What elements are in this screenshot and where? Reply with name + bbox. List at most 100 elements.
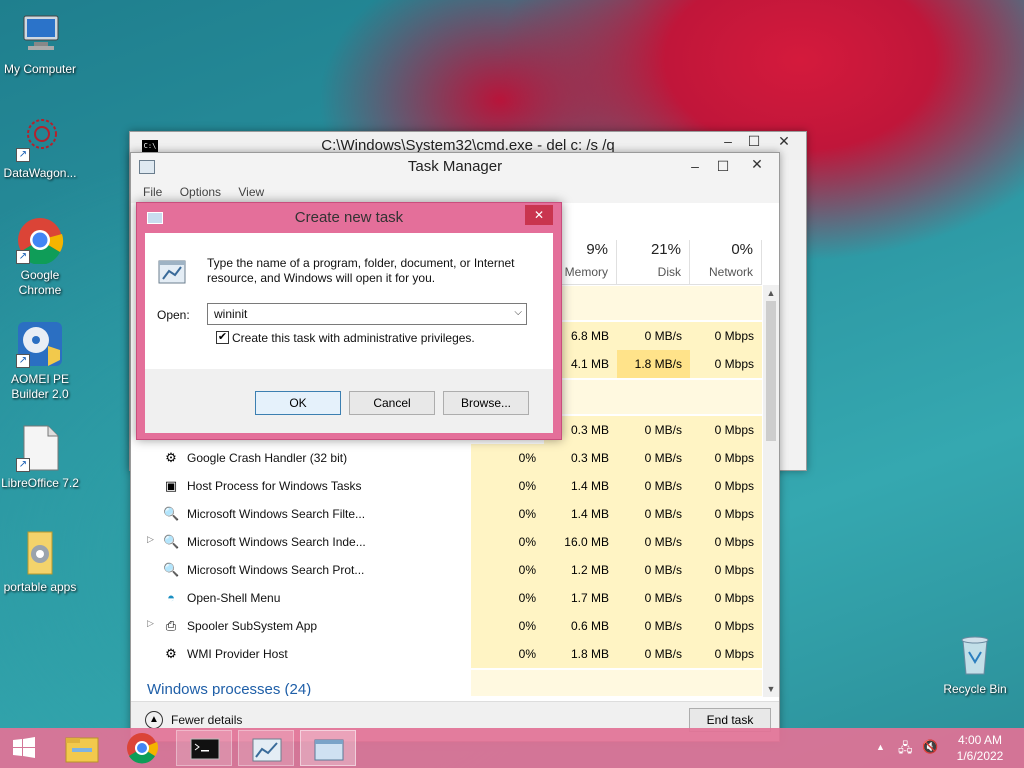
expand-chevron-icon[interactable]: ▷ xyxy=(147,618,154,629)
cancel-button[interactable]: Cancel xyxy=(349,391,435,415)
desktop-icon-label: Google Chrome xyxy=(18,268,62,297)
desktop-icon-label: My Computer xyxy=(3,62,77,76)
taskbar-task-manager[interactable] xyxy=(238,730,294,766)
menu-view[interactable]: View xyxy=(238,185,264,199)
run-program-icon xyxy=(157,257,189,292)
table-row[interactable]: ◓ Open-Shell Menu 0% 1.7 MB 0 MB/s 0 Mbp… xyxy=(137,584,762,612)
shortcut-arrow-icon: ↗ xyxy=(16,354,30,368)
admin-checkbox-label[interactable]: Create this task with administrative pri… xyxy=(232,331,475,345)
clock-time: 4:00 AM xyxy=(957,733,1003,747)
open-label: Open: xyxy=(157,308,190,322)
printer-icon: ⎙ xyxy=(165,618,177,633)
datawagon-icon: ↗ xyxy=(16,114,64,162)
expand-chevron-icon[interactable]: ▷ xyxy=(147,534,154,545)
table-row[interactable]: ▷ 🔍 Microsoft Windows Search Inde... 0% … xyxy=(137,528,762,556)
wmi-icon: ⚙ xyxy=(165,646,177,661)
tm-minimize-button[interactable]: – xyxy=(681,157,709,177)
table-group-header xyxy=(544,380,762,414)
tm-close-button[interactable]: ✕ xyxy=(739,155,775,175)
crash-handler-icon: ⚙ xyxy=(165,450,177,465)
menu-options[interactable]: Options xyxy=(180,185,221,199)
table-row[interactable]: 🔍 Microsoft Windows Search Filte... 0% 1… xyxy=(137,500,762,528)
file-explorer-icon xyxy=(65,737,99,763)
search-indexer-icon: 🔍 xyxy=(163,534,180,549)
task-manager-icon xyxy=(252,738,282,762)
network-icon[interactable]: 🖧 xyxy=(898,739,913,761)
desktop-icon-chrome[interactable]: ↗ Google Chrome xyxy=(0,216,80,298)
tm-scrollbar[interactable]: ▲ ▼ xyxy=(763,285,779,697)
dialog-title-bar[interactable]: Create new task ✕ xyxy=(137,203,561,233)
section-header[interactable]: Windows processes (24) xyxy=(137,670,762,696)
shortcut-arrow-icon: ↗ xyxy=(16,458,30,472)
section-label: Windows processes (24) xyxy=(147,681,312,696)
desktop-icon-label: LibreOffice 7.2 xyxy=(1,476,79,490)
shortcut-arrow-icon: ↗ xyxy=(16,148,30,162)
open-combobox[interactable]: wininit ⌵ xyxy=(207,303,527,325)
column-network[interactable]: 0% Network xyxy=(690,240,762,284)
search-filter-icon: 🔍 xyxy=(163,506,180,521)
search-protocol-icon: 🔍 xyxy=(163,562,180,577)
table-row[interactable]: 🔍 Microsoft Windows Search Prot... 0% 1.… xyxy=(137,556,762,584)
taskbar-cmd[interactable] xyxy=(176,730,232,766)
taskbar: ▲ 🖧 🔇 4:00 AM 1/6/2022 xyxy=(0,728,1024,768)
tm-maximize-button[interactable]: ☐ xyxy=(709,157,737,177)
tm-title-bar[interactable]: Task Manager – ☐ ✕ xyxy=(131,153,779,181)
table-group-header xyxy=(544,286,762,320)
fewer-details-link[interactable]: Fewer details xyxy=(171,713,242,727)
dialog-description: Type the name of a program, folder, docu… xyxy=(207,256,515,285)
desktop-icon-label: AOMEI PE Builder 2.0 xyxy=(10,372,69,401)
computer-icon xyxy=(16,10,64,58)
taskbar-run-dialog[interactable] xyxy=(300,730,356,766)
desktop-icon-label: portable apps xyxy=(3,580,77,594)
run-dialog-icon xyxy=(314,739,344,761)
ok-button[interactable]: OK xyxy=(255,391,341,415)
desktop-icon-libreoffice[interactable]: ↗ LibreOffice 7.2 xyxy=(0,424,80,491)
table-row[interactable]: ⚙ WMI Provider Host 0% 1.8 MB 0 MB/s 0 M… xyxy=(137,640,762,668)
scroll-thumb[interactable] xyxy=(766,301,776,441)
menu-file[interactable]: File xyxy=(143,185,162,199)
dialog-body: Type the name of a program, folder, docu… xyxy=(145,233,553,433)
clock-date: 1/6/2022 xyxy=(956,749,1004,763)
browse-button[interactable]: Browse... xyxy=(443,391,529,415)
recycle-bin-icon xyxy=(951,630,999,678)
column-disk[interactable]: 21% Disk xyxy=(617,240,690,284)
scroll-down-arrow[interactable]: ▼ xyxy=(763,681,779,697)
taskbar-chrome[interactable] xyxy=(114,730,170,766)
dialog-footer: OK Cancel Browse... xyxy=(145,369,553,433)
tm-menubar: File Options View xyxy=(131,181,779,203)
fewer-details-icon[interactable]: ▲ xyxy=(145,711,163,729)
taskbar-file-explorer[interactable] xyxy=(54,730,110,766)
chrome-icon xyxy=(127,733,158,764)
desktop-icon-label: DataWagon... xyxy=(3,166,77,180)
desktop-icon-portable-apps[interactable]: portable apps xyxy=(0,528,80,595)
table-row[interactable]: ▷ ⎙ Spooler SubSystem App 0% 0.6 MB 0 MB… xyxy=(137,612,762,640)
show-hidden-icons-chevron-icon[interactable]: ▲ xyxy=(876,742,885,752)
desktop-icon-datawagon[interactable]: ↗ DataWagon... xyxy=(0,114,80,181)
cmd-minimize-button[interactable]: – xyxy=(714,132,742,152)
table-row[interactable]: ▣ Host Process for Windows Tasks 0% 1.4 … xyxy=(137,472,762,500)
table-row[interactable]: ⚙ Google Crash Handler (32 bit) 0% 0.3 M… xyxy=(137,444,762,472)
volume-muted-icon[interactable]: 🔇 xyxy=(922,739,938,755)
start-button[interactable] xyxy=(0,730,48,766)
desktop-icon-my-computer[interactable]: My Computer xyxy=(0,10,80,77)
desktop-icon-recycle-bin[interactable]: Recycle Bin xyxy=(935,630,1015,697)
chrome-icon: ↗ xyxy=(16,216,64,265)
cmd-maximize-button[interactable]: ☐ xyxy=(740,132,768,152)
cmd-icon xyxy=(190,738,220,760)
chevron-down-icon[interactable]: ⌵ xyxy=(514,307,522,318)
cmd-close-button[interactable]: ✕ xyxy=(766,132,802,152)
tm-title: Task Manager xyxy=(407,158,503,175)
open-input-value[interactable]: wininit xyxy=(214,307,247,321)
admin-checkbox[interactable]: ✔ xyxy=(216,331,229,344)
clock[interactable]: 4:00 AM 1/6/2022 xyxy=(950,732,1010,764)
create-new-task-dialog[interactable]: Create new task ✕ Type the name of a pro… xyxy=(136,202,562,440)
task-manager-icon xyxy=(139,160,155,174)
host-process-icon: ▣ xyxy=(164,478,178,493)
folder-icon xyxy=(16,528,64,576)
desktop-icon-aomei[interactable]: ↗ AOMEI PE Builder 2.0 xyxy=(0,320,80,402)
run-dialog-icon xyxy=(147,212,163,224)
shortcut-arrow-icon: ↗ xyxy=(16,250,30,264)
aomei-icon: ↗ xyxy=(16,320,64,368)
dialog-close-button[interactable]: ✕ xyxy=(525,205,553,225)
scroll-up-arrow[interactable]: ▲ xyxy=(763,285,779,301)
